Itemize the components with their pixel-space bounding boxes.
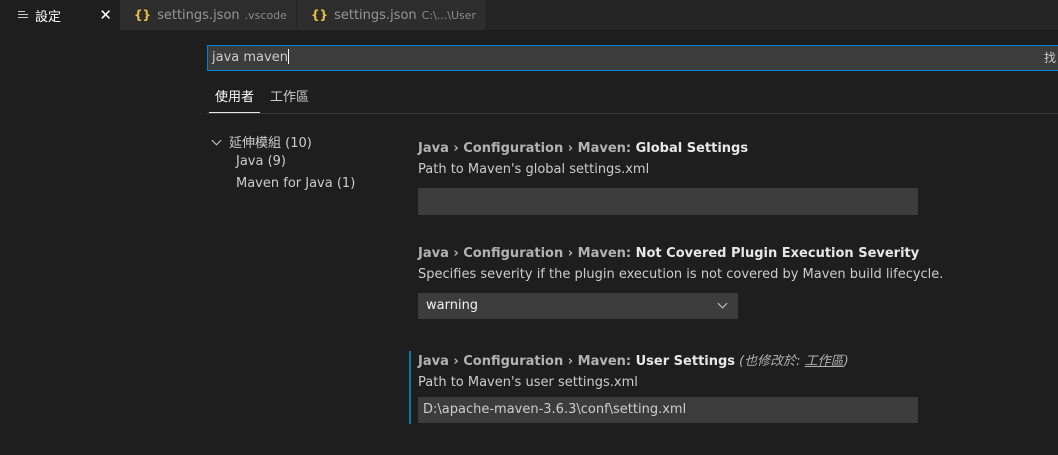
settings-search-input[interactable]: java maven 找 [207,45,1058,71]
tab-label: settings.json [157,7,240,23]
setting-user-settings: Java › Configuration › Maven: User Setti… [418,350,918,423]
editor-tab-bar: 設定 ✕ {} settings.json .vscode {} setting… [0,0,1058,30]
tab-settings-editor[interactable]: 設定 ✕ [0,0,120,30]
setting-title: Java › Configuration › Maven: Global Set… [418,141,748,156]
braces-icon: {} [311,8,329,22]
text-cursor [287,49,289,64]
tab-user-scope[interactable]: 使用者 [209,88,261,113]
tab-settings-json-workspace[interactable]: {} settings.json .vscode [120,0,296,30]
setting-category: Java › Configuration › Maven: [418,141,636,156]
setting-label: User Settings [635,354,736,369]
setting-category: Java › Configuration › Maven: [418,354,636,369]
global-settings-input[interactable] [418,188,918,215]
also-modified-note: (也修改於: 工作區) [739,354,849,369]
toc-item-java[interactable]: Java (9) [236,154,286,169]
modified-indicator [409,351,411,424]
tab-settings-json-user[interactable]: {} settings.json C:\...\User [297,0,485,30]
tab-label: settings.json [334,7,417,23]
tab-workspace-scope[interactable]: 工作區 [264,88,315,113]
setting-description: Path to Maven's user settings.xml [418,375,638,390]
braces-icon: {} [134,8,152,22]
severity-select[interactable]: warning [418,293,738,319]
search-value: java maven [212,50,288,65]
setting-category: Java › Configuration › Maven: [418,246,636,261]
select-value: warning [426,298,479,313]
setting-not-covered-plugin-severity: Java › Configuration › Maven: Not Covere… [418,246,944,319]
tab-label: 設定 [35,9,62,25]
toc-group-extensions[interactable]: 延伸模組 (10) [211,132,312,151]
search-trailing-text: 找 [1043,51,1056,65]
setting-description: Specifies severity if the plugin executi… [418,267,944,282]
toc-item-maven-for-java[interactable]: Maven for Java (1) [236,176,355,191]
close-icon[interactable]: ✕ [99,6,112,24]
toc-group-label: 延伸模組 (10) [229,136,312,151]
setting-title: Java › Configuration › Maven: User Setti… [418,350,849,369]
divider [207,113,1058,114]
tab-description: .vscode [244,8,287,22]
setting-description: Path to Maven's global settings.xml [418,162,650,177]
also-modified-link[interactable]: 工作區 [805,354,844,369]
setting-label: Not Covered Plugin Execution Severity [635,246,920,261]
tab-description: C:\...\User [421,8,477,22]
menu-icon [18,10,29,20]
user-settings-input[interactable]: D:\apache-maven-3.6.3\conf\setting.xml [418,397,918,423]
chevron-down-icon [717,298,728,309]
setting-global-settings: Java › Configuration › Maven: Global Set… [418,141,918,215]
setting-label: Global Settings [635,141,749,156]
chevron-down-icon [211,135,222,146]
setting-title: Java › Configuration › Maven: Not Covere… [418,246,943,261]
